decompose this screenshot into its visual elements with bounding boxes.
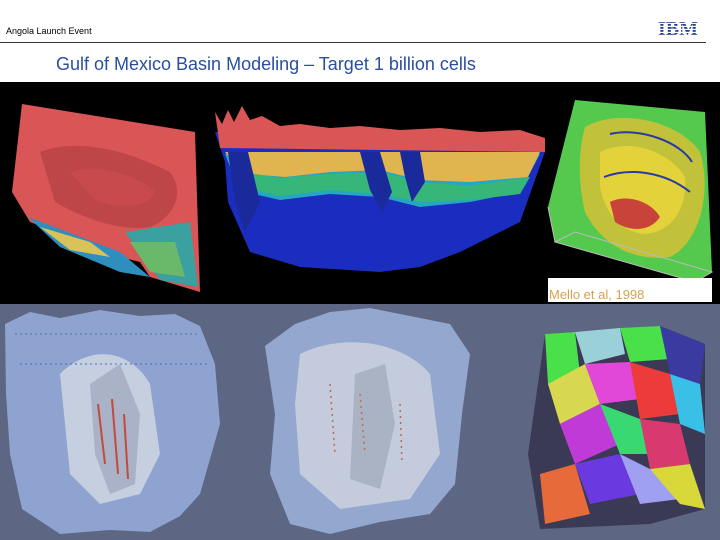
slide-title: Gulf of Mexico Basin Modeling – Target 1… bbox=[56, 54, 476, 74]
basin-cross-section-render bbox=[215, 106, 545, 272]
basin-volume-box-render bbox=[547, 100, 714, 302]
partition-render bbox=[528, 326, 705, 529]
basin-surface-render bbox=[12, 104, 200, 292]
header-event-label: Angola Launch Event bbox=[6, 26, 92, 36]
mesh-render-center bbox=[265, 308, 470, 534]
mesh-render-left bbox=[5, 310, 220, 534]
ibm-logo-icon: IBM bbox=[658, 18, 698, 38]
bottom-figure-strip bbox=[0, 304, 720, 540]
logo-text: IBM bbox=[658, 18, 698, 38]
header-rule bbox=[0, 42, 706, 43]
figure-caption: Mello et al, 1998 bbox=[549, 287, 645, 302]
top-figure-strip bbox=[0, 82, 720, 304]
